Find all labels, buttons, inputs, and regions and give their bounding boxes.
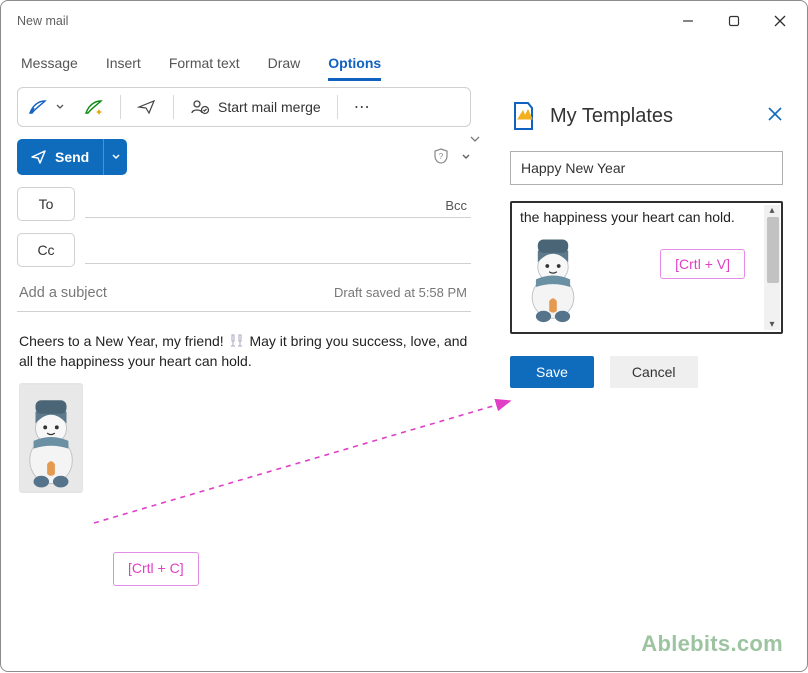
compose-more-dropdown[interactable]	[461, 150, 471, 165]
ribbon-mail-merge-label: Start mail merge	[218, 99, 321, 115]
tab-options[interactable]: Options	[328, 47, 381, 81]
feather-pen-icon	[28, 98, 48, 116]
body-text: Cheers to a New Year, my friend! May it …	[19, 332, 469, 371]
bcc-toggle[interactable]: Bcc	[445, 198, 471, 217]
tab-bar: Message Insert Format text Draw Options	[1, 41, 807, 81]
cc-input[interactable]	[85, 236, 471, 264]
options-ribbon: Start mail merge ⋯	[17, 87, 471, 127]
send-icon	[31, 149, 47, 165]
ribbon-collapse-button[interactable]	[469, 133, 481, 148]
templates-close-button[interactable]	[767, 106, 783, 127]
to-button[interactable]: To	[17, 187, 75, 221]
chevron-down-icon	[461, 152, 471, 162]
template-body-editor[interactable]: the happiness your heart can hold. [Crtl…	[510, 201, 783, 334]
cc-row: Cc	[17, 233, 471, 267]
templates-pane: My Templates the happiness your heart ca…	[494, 81, 807, 671]
chevron-down-icon	[469, 133, 481, 145]
svg-text:?: ?	[439, 152, 444, 161]
send-plane-icon	[137, 98, 157, 116]
cc-button[interactable]: Cc	[17, 233, 75, 267]
tab-draw[interactable]: Draw	[268, 47, 301, 81]
window-title: New mail	[17, 14, 68, 28]
template-name-input[interactable]	[510, 151, 783, 185]
champagne-glasses-icon	[228, 333, 246, 349]
chevron-down-icon	[111, 152, 121, 162]
shield-question-icon: ?	[433, 148, 449, 164]
close-icon	[774, 15, 786, 27]
feather-sparkle-icon	[84, 98, 104, 116]
tab-message[interactable]: Message	[21, 47, 78, 81]
close-icon	[767, 106, 783, 122]
tab-format-text[interactable]: Format text	[169, 47, 240, 81]
save-button[interactable]: Save	[510, 356, 594, 388]
compose-pane: Start mail merge ⋯ Send	[1, 81, 487, 671]
minimize-icon	[682, 15, 694, 27]
paste-shortcut-hint: [Crtl + V]	[660, 249, 745, 279]
draft-status: Draft saved at 5:58 PM	[334, 285, 467, 300]
chevron-down-icon	[56, 103, 64, 111]
sensitivity-button[interactable]: ?	[433, 148, 449, 167]
scroll-thumb[interactable]	[767, 217, 779, 283]
ribbon-mail-merge-button[interactable]: Start mail merge	[180, 88, 331, 126]
ribbon-voting-button[interactable]	[127, 88, 167, 126]
to-row: To Bcc	[17, 187, 471, 221]
snowman-image	[520, 229, 586, 324]
watermark: Ablebits.com	[641, 631, 783, 657]
more-icon: ⋯	[354, 97, 372, 117]
snowman-image	[19, 383, 83, 493]
window-close-button[interactable]	[757, 6, 803, 36]
subject-placeholder: Add a subject	[19, 285, 107, 301]
copy-shortcut-hint: [Crtl + C]	[113, 552, 199, 586]
scroll-down-icon: ▾	[769, 319, 774, 330]
templates-title: My Templates	[550, 105, 673, 128]
tab-insert[interactable]: Insert	[106, 47, 141, 81]
send-split-button[interactable]: Send	[17, 139, 127, 175]
send-dropdown-button[interactable]	[103, 139, 127, 175]
to-input[interactable]: Bcc	[85, 190, 471, 218]
window-titlebar: New mail	[1, 1, 807, 41]
window-maximize-button[interactable]	[711, 6, 757, 36]
send-button-main[interactable]: Send	[17, 139, 103, 175]
ribbon-permission-button[interactable]	[74, 88, 114, 126]
ribbon-encrypt-button[interactable]	[18, 88, 74, 126]
maximize-icon	[728, 15, 740, 27]
templates-icon	[510, 101, 536, 131]
template-body-text: the happiness your heart can hold.	[520, 209, 761, 225]
ribbon-more-button[interactable]: ⋯	[344, 88, 382, 126]
scroll-up-icon: ▴	[769, 205, 774, 216]
cancel-button[interactable]: Cancel	[610, 356, 698, 388]
send-label: Send	[55, 149, 89, 165]
window-minimize-button[interactable]	[665, 6, 711, 36]
message-body[interactable]: Cheers to a New Year, my friend! May it …	[1, 312, 487, 671]
subject-row[interactable]: Add a subject Draft saved at 5:58 PM	[17, 279, 471, 312]
send-row: Send ?	[17, 139, 471, 175]
mail-merge-icon	[190, 98, 210, 116]
